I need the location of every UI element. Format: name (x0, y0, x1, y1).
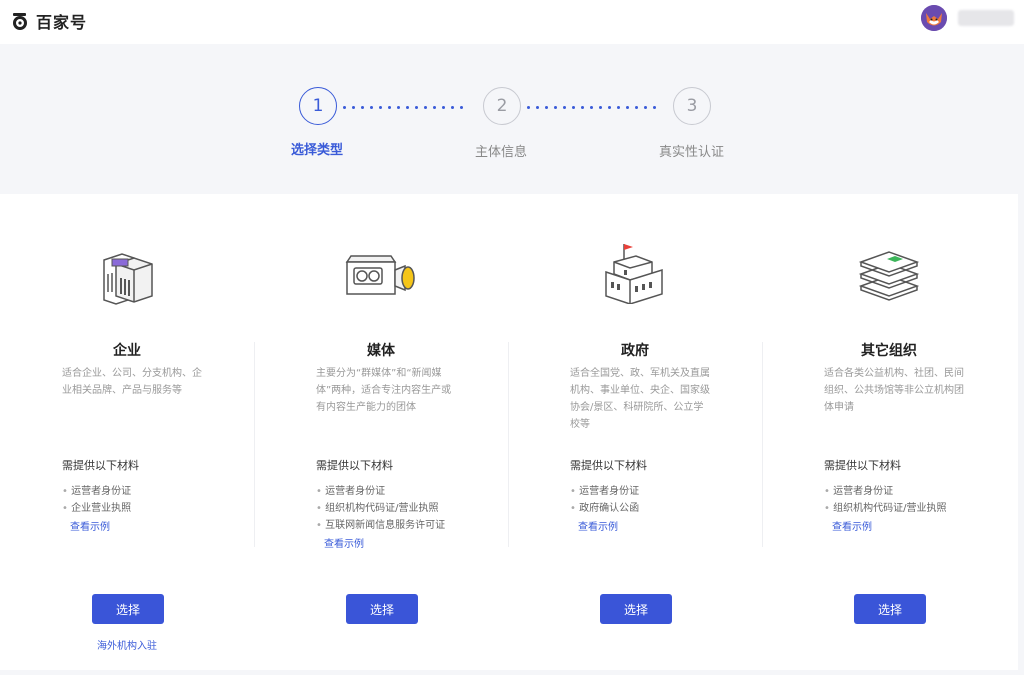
option-title: 政府 (621, 343, 649, 359)
option-title: 其它组织 (861, 343, 917, 359)
select-media-button[interactable]: 选择 (346, 594, 418, 624)
camera-icon (345, 255, 415, 295)
view-example-link[interactable]: 查看示例 (578, 518, 618, 533)
user-avatar[interactable] (921, 5, 947, 31)
step-3-label: 真实性认证 (659, 145, 725, 160)
logo-text: 百家号 (36, 13, 88, 32)
progress-steps: 1 2 3 选择类型 主体信息 真实性认证 (0, 44, 1024, 194)
view-example-link[interactable]: 查看示例 (832, 518, 872, 533)
select-government-button[interactable]: 选择 (600, 594, 672, 624)
requirement-item: 运营者身份证 (316, 483, 445, 500)
option-title: 企业 (113, 343, 141, 359)
requirements-title: 需提供以下材料 (62, 459, 139, 472)
option-other-organization: 其它组织 适合各类公益机构、社团、民间组织、公共场馆等非公立机构团体申请 需提供… (762, 194, 1016, 670)
government-building-icon (605, 244, 663, 304)
requirements-title: 需提供以下材料 (570, 459, 647, 472)
fox-avatar-icon (921, 5, 947, 31)
option-description: 适合企业、公司、分支机构、企业相关品牌、产品与服务等 (62, 368, 202, 396)
overseas-institution-link[interactable]: 海外机构入驻 (97, 637, 157, 652)
requirements-title: 需提供以下材料 (316, 459, 393, 472)
view-example-link[interactable]: 查看示例 (70, 518, 110, 533)
option-enterprise: 企业 适合企业、公司、分支机构、企业相关品牌、产品与服务等 需提供以下材料 运营… (0, 194, 254, 670)
requirements-list: 运营者身份证 组织机构代码证/营业执照 (824, 483, 946, 517)
option-description: 适合全国党、政、军机关及直属机构、事业单位、央企、国家级协会/景区、科研院所、公… (570, 368, 710, 430)
account-type-panel: 企业 适合企业、公司、分支机构、企业相关品牌、产品与服务等 需提供以下材料 运营… (0, 194, 1018, 670)
requirement-item: 互联网新闻信息服务许可证 (316, 517, 445, 534)
requirements-list: 运营者身份证 政府确认公函 (570, 483, 639, 517)
step-1-label: 选择类型 (291, 143, 344, 158)
requirement-item: 政府确认公函 (570, 500, 639, 517)
select-enterprise-button[interactable]: 选择 (92, 594, 164, 624)
option-description: 适合各类公益机构、社团、民间组织、公共场馆等非公立机构团体申请 (824, 368, 964, 413)
requirement-item: 运营者身份证 (570, 483, 639, 500)
requirement-item: 企业营业执照 (62, 500, 131, 517)
option-media: 媒体 主要分为“群媒体”和“新闻媒体”两种，适合专注内容生产或有内容生产能力的团… (254, 194, 508, 670)
building-icon (103, 253, 153, 305)
step-connector-2 (527, 106, 662, 109)
baijiahao-logo[interactable]: 百家号 (12, 9, 87, 33)
option-title: 媒体 (367, 343, 395, 359)
username-blurred[interactable] (958, 10, 1014, 26)
requirement-item: 组织机构代码证/营业执照 (316, 500, 445, 517)
top-header: 百家号 (0, 0, 1024, 44)
requirement-item: 运营者身份证 (824, 483, 946, 500)
layers-icon (858, 251, 920, 301)
step-3-circle: 3 (673, 87, 711, 125)
step-1-circle: 1 (299, 87, 337, 125)
requirements-list: 运营者身份证 组织机构代码证/营业执照 互联网新闻信息服务许可证 (316, 483, 445, 534)
requirement-item: 组织机构代码证/营业执照 (824, 500, 946, 517)
select-other-organization-button[interactable]: 选择 (854, 594, 926, 624)
step-connector-1 (343, 106, 469, 109)
requirement-item: 运营者身份证 (62, 483, 131, 500)
requirements-title: 需提供以下材料 (824, 459, 901, 472)
option-government: 政府 适合全国党、政、军机关及直属机构、事业单位、央企、国家级协会/景区、科研院… (508, 194, 762, 670)
option-description: 主要分为“群媒体”和“新闻媒体”两种，适合专注内容生产或有内容生产能力的团体 (316, 368, 452, 413)
logo-icon (13, 13, 27, 30)
step-2-label: 主体信息 (475, 145, 528, 160)
requirements-list: 运营者身份证 企业营业执照 (62, 483, 131, 517)
step-2-circle: 2 (483, 87, 521, 125)
view-example-link[interactable]: 查看示例 (324, 535, 364, 550)
